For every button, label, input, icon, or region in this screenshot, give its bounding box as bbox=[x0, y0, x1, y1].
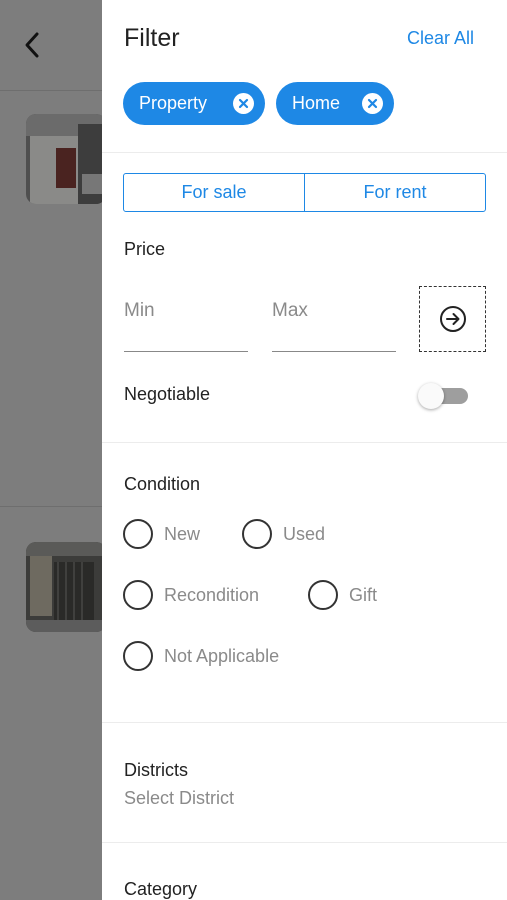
page-title: Filter bbox=[124, 24, 180, 52]
radio-recondition[interactable]: Recondition bbox=[123, 580, 259, 610]
negotiable-toggle[interactable] bbox=[418, 382, 470, 410]
condition-label: Condition bbox=[124, 474, 201, 494]
tab-for-sale[interactable]: For sale bbox=[124, 174, 304, 211]
radio-not-applicable[interactable]: Not Applicable bbox=[123, 641, 279, 671]
district-select[interactable]: Select District bbox=[124, 788, 234, 809]
districts-label: Districts bbox=[124, 760, 188, 780]
close-circle-icon[interactable] bbox=[362, 93, 383, 114]
radio-circle bbox=[123, 580, 153, 610]
listing-thumbnail[interactable] bbox=[26, 542, 106, 632]
radio-circle bbox=[308, 580, 338, 610]
negotiable-label: Negotiable bbox=[124, 384, 211, 404]
divider bbox=[0, 506, 102, 507]
radio-label: Gift bbox=[349, 584, 378, 605]
listing-thumbnail[interactable] bbox=[26, 114, 106, 204]
radio-circle bbox=[123, 641, 153, 671]
divider bbox=[102, 842, 507, 843]
radio-label: Recondition bbox=[164, 584, 260, 605]
radio-circle bbox=[242, 519, 272, 549]
category-label[interactable]: Category bbox=[124, 879, 197, 900]
radio-used[interactable]: Used bbox=[242, 519, 325, 549]
radio-label: Not Applicable bbox=[164, 645, 280, 666]
chip-label: Home bbox=[292, 93, 341, 113]
price-submit-button[interactable] bbox=[419, 286, 486, 352]
arrow-right-circle-icon bbox=[440, 306, 466, 332]
filter-drawer: Filter Clear All Property Home For sale … bbox=[102, 0, 507, 900]
price-label: Price bbox=[124, 239, 166, 259]
max-price-input[interactable]: Max bbox=[272, 300, 308, 322]
toggle-knob bbox=[418, 383, 444, 409]
max-price-underline bbox=[272, 351, 396, 352]
min-price-input[interactable]: Min bbox=[124, 300, 155, 322]
min-price-underline bbox=[124, 351, 248, 352]
tab-for-rent[interactable]: For rent bbox=[304, 174, 485, 211]
radio-gift[interactable]: Gift bbox=[308, 580, 377, 610]
radio-label: Used bbox=[283, 523, 326, 544]
radio-label: New bbox=[164, 523, 201, 544]
clear-all-button[interactable]: Clear All bbox=[407, 28, 474, 49]
chip-home[interactable]: Home bbox=[276, 82, 394, 125]
divider bbox=[102, 442, 507, 443]
chevron-left-icon[interactable] bbox=[18, 28, 48, 62]
listing-type-toggle: For sale For rent bbox=[123, 173, 486, 212]
radio-new[interactable]: New bbox=[123, 519, 200, 549]
divider bbox=[102, 722, 507, 723]
close-circle-icon[interactable] bbox=[233, 93, 254, 114]
divider bbox=[102, 152, 507, 153]
radio-circle bbox=[123, 519, 153, 549]
chip-property[interactable]: Property bbox=[123, 82, 265, 125]
chip-label: Property bbox=[139, 93, 208, 113]
divider bbox=[0, 90, 102, 91]
